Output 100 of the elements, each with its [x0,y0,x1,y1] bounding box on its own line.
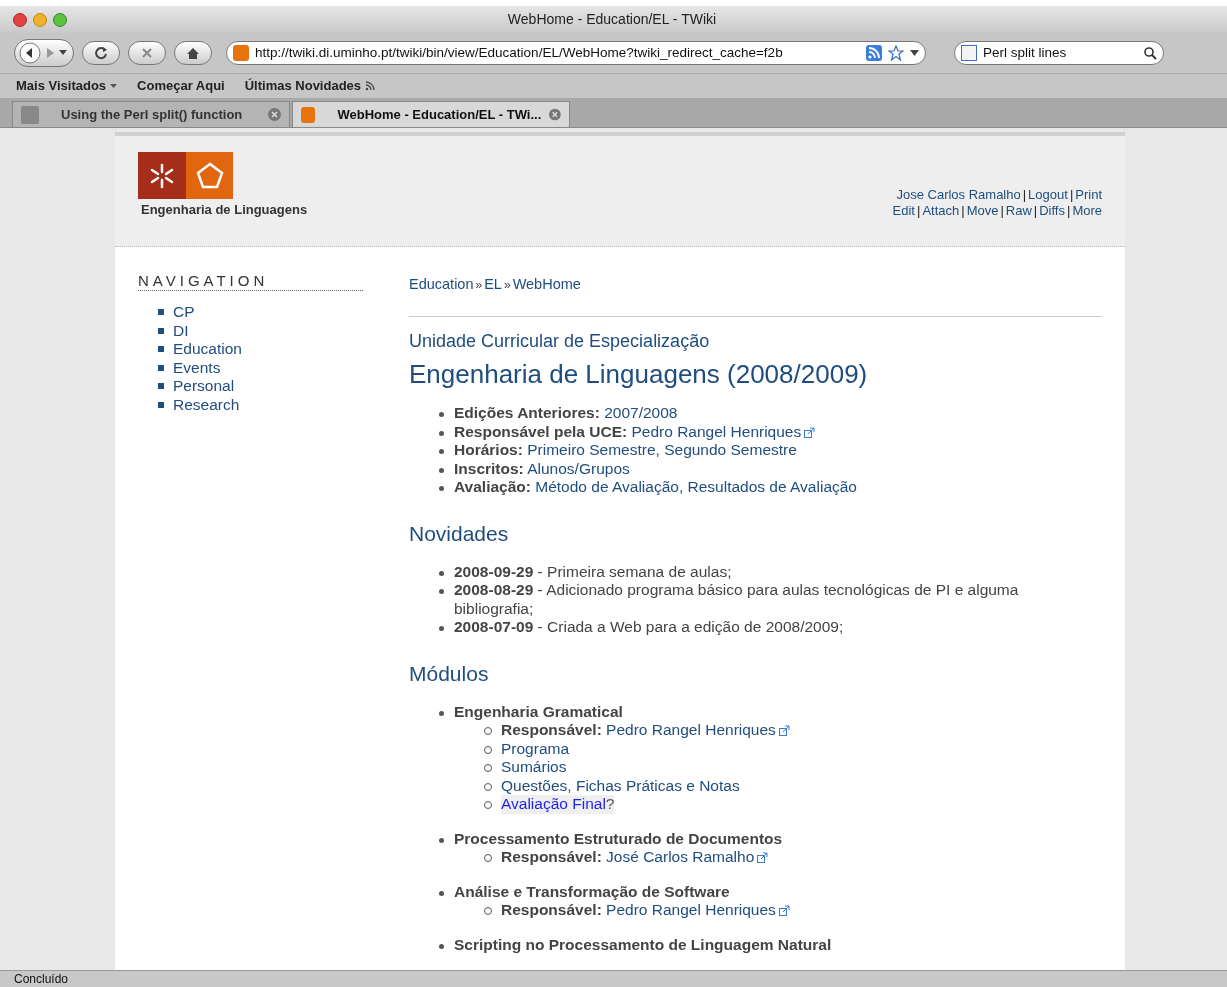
module-title: Scripting no Processamento de Linguagem Natural [454,935,832,954]
topic-action-link[interactable]: Raw [1005,203,1032,219]
site-logo[interactable]: Engenharia de Linguagens [138,152,308,220]
topic-action-link[interactable]: Logout [1028,187,1068,203]
reload-icon [94,46,108,60]
caret-icon[interactable] [910,49,919,57]
bookmark-item[interactable]: Começar Aqui [137,76,225,96]
module-title: Processamento Estruturado de Documentos [454,829,783,848]
navigation-link[interactable]: Personal [173,377,235,396]
bullet-icon [439,449,444,454]
module-link[interactable]: Programa [501,739,570,758]
person-link[interactable]: Pedro Rangel Henriques [606,721,776,738]
info-link[interactable]: Método de Avaliação, Resultados de Avaliação [535,478,857,495]
bullet-icon [439,570,444,576]
navigation-link[interactable]: Events [173,358,221,377]
bullet-icon [439,890,444,896]
bullet-icon [439,710,444,716]
star-icon[interactable] [888,45,904,61]
info-link[interactable]: 2007/2008 [604,404,678,421]
square-bullet-icon [158,401,164,408]
search-text: Perl split lines [983,43,1068,62]
close-window-icon[interactable] [13,12,27,27]
back-icon [19,42,41,64]
info-link[interactable]: Alunos/Grupos [527,459,630,477]
square-bullet-icon [158,309,164,316]
topic-action-link[interactable]: Attach [922,203,960,219]
breadcrumb-link[interactable]: EL [484,275,502,294]
bullet-icon [439,589,444,594]
leaf-favicon [21,105,39,124]
square-bullet-icon [158,346,164,353]
topic-action-link[interactable]: Diffs [1039,203,1065,219]
info-item: Avaliação: Método de Avaliação, Resultados de Avaliação [454,478,857,497]
home-button[interactable] [174,41,212,65]
bookmark-item[interactable]: Mais Visitados [16,76,118,96]
site-favicon [301,106,316,123]
browser-tab[interactable]: Using the Perl split() function [12,101,290,127]
link-separator: | [1068,187,1075,203]
close-tab-icon[interactable] [549,108,561,121]
navigation-link[interactable]: Research [173,395,240,414]
link-separator: | [1021,187,1028,203]
missing-topic-link[interactable]: Avaliação Final [501,795,606,812]
sparkle-icon [148,161,176,190]
bookmark-item[interactable]: Últimas Novidades [244,76,376,96]
bullet-icon [439,467,444,473]
info-item: Inscritos: Alunos/Grupos [454,459,630,478]
section-heading: Novidades [409,520,510,547]
person-link[interactable]: José Carlos Ramalho [606,848,755,865]
page-title: Engenharia de Linguagens (2008/2009) [409,359,869,389]
breadcrumb-separator: » [474,277,484,294]
news-item: 2008-07-09 - Criada a Web para a edição de 2008/2009; [454,618,845,637]
site-favicon [233,45,249,61]
search-engine-icon[interactable] [961,45,977,61]
stop-button[interactable] [128,41,166,65]
site-name: Engenharia de Linguagens [141,201,308,219]
address-field[interactable]: http://twiki.di.uminho.pt/twiki/bin/view/Education/EL/WebHome?twiki_redirect_cache=f2b [226,41,926,65]
page-subtitle: Unidade Curricular de Especialização [409,331,711,350]
navigation-link[interactable]: CP [173,303,195,322]
breadcrumb-link[interactable]: Education [409,275,474,294]
link-separator: | [1032,203,1039,219]
topic-action-link[interactable]: Edit [892,203,915,219]
news-item: 2008-09-29 - Primeira semana de aulas; [454,562,733,581]
module-responsible: Responsável: Pedro Rangel Henriques [501,721,790,740]
close-tab-icon[interactable] [268,108,281,121]
missing-topic-mark: ? [605,795,615,812]
navigation-link[interactable]: DI [173,321,189,340]
navigation-heading: NAVIGATION [138,272,363,291]
window-title: WebHome - Education/EL - TWiki [507,10,717,29]
square-bullet-icon [158,364,164,371]
breadcrumb-link[interactable]: WebHome [512,275,581,294]
info-link[interactable]: Primeiro Semestre, Segundo Semestre [527,441,797,458]
search-field[interactable]: Perl split lines [954,41,1164,65]
module-link[interactable]: Questões, Fichas Práticas e Notas [501,776,740,795]
bullet-icon [439,626,444,631]
zoom-window-icon[interactable] [53,12,67,27]
topic-action-link[interactable]: Jose Carlos Ramalho [896,187,1021,203]
module-title: Análise e Transformação de Software [454,882,730,901]
back-forward-button[interactable] [14,39,74,67]
reload-button[interactable] [82,41,120,65]
caret-icon [59,50,67,56]
module-title: Engenharia Gramatical [454,702,623,721]
news-item: 2008-08-29 - Adicionado programa básico para aulas tecnológicas de PI e alguma bibliografia; [454,581,1020,618]
link-separator: | [1066,203,1072,219]
link-separator: | [999,203,1005,219]
search-icon[interactable] [1144,46,1157,60]
module-responsible: Responsável: José Carlos Ramalho [501,848,769,867]
topic-action-link[interactable]: More [1072,203,1102,219]
module-link[interactable]: Sumários [501,758,567,777]
info-link[interactable]: Pedro Rangel Henriques [631,422,802,440]
info-item: Responsável pela UCE: Pedro Rangel Henriques [454,422,816,441]
navigation-link[interactable]: Education [173,340,242,359]
pentagon-icon [194,160,225,191]
topic-action-link[interactable]: Print [1075,187,1102,203]
topic-action-link[interactable]: Move [966,203,999,219]
bullet-icon [439,486,444,491]
breadcrumb-separator: » [502,277,512,294]
browser-tab[interactable]: WebHome - Education/EL - TWi... [292,101,570,127]
module-responsible: Responsável: Pedro Rangel Henriques [501,901,790,920]
person-link[interactable]: Pedro Rangel Henriques [606,901,776,918]
caret-icon [110,83,118,89]
info-item: Edições Anteriores: 2007/2008 [454,404,678,423]
